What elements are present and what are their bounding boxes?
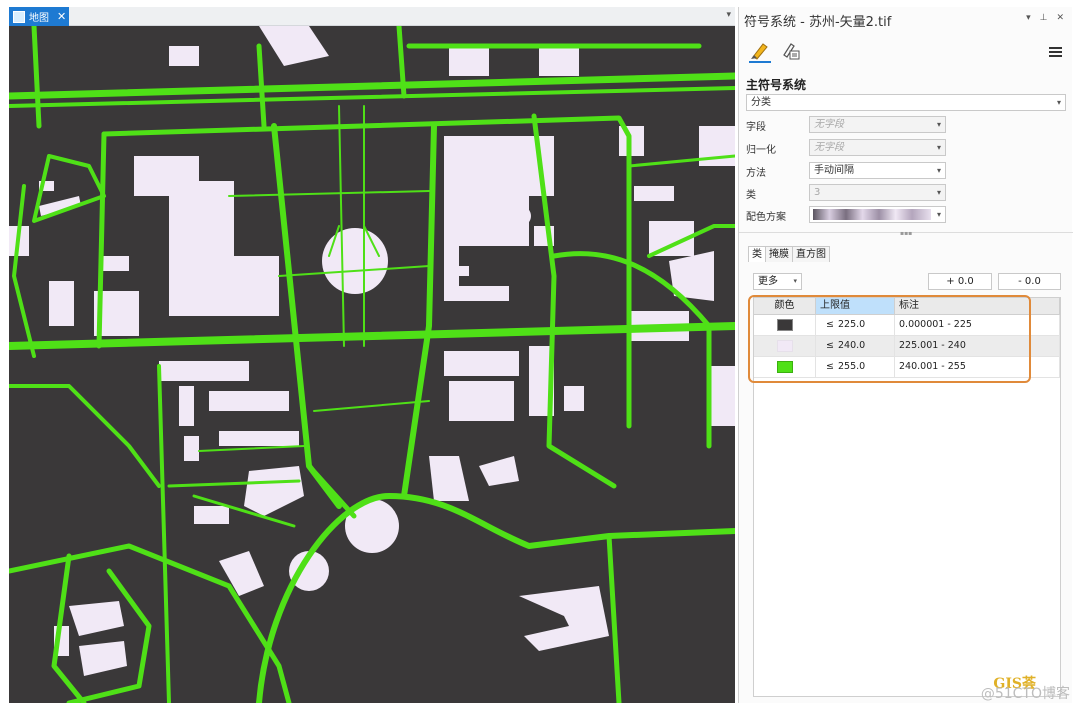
map-tabbar: 地图 ✕ ▾ bbox=[9, 7, 735, 26]
method-label: 方法 bbox=[746, 168, 766, 179]
chevron-down-icon: ▾ bbox=[936, 166, 941, 175]
secondary-symbology-button[interactable] bbox=[779, 41, 801, 63]
color-ramp-preview bbox=[813, 209, 931, 220]
tab-mask[interactable]: 掩膜 bbox=[765, 246, 793, 262]
panel-title: 符号系统 - 苏州-矢量2.tif bbox=[744, 15, 892, 30]
tab-histogram[interactable]: 直方图 bbox=[792, 246, 830, 262]
building bbox=[539, 46, 579, 76]
color-scheme-select[interactable]: ▾ bbox=[809, 206, 946, 223]
building bbox=[634, 186, 674, 201]
chevron-down-icon: ▾ bbox=[936, 188, 941, 197]
method-select[interactable]: 手动间隔 ▾ bbox=[809, 162, 946, 179]
highlight-annotation bbox=[748, 295, 1031, 383]
more-label: 更多 bbox=[758, 276, 778, 287]
chevron-down-icon: ▾ bbox=[936, 210, 941, 219]
hamburger-menu-icon[interactable] bbox=[1049, 47, 1062, 57]
building bbox=[444, 266, 469, 276]
building bbox=[449, 46, 489, 76]
grip-icon: ▪▪▪ bbox=[900, 230, 913, 237]
field-select[interactable]: 无字段 ▾ bbox=[809, 116, 946, 133]
tab-classes[interactable]: 类 bbox=[748, 246, 766, 262]
secondary-symbology-icon bbox=[783, 43, 800, 60]
pin-icon[interactable]: ⊥ bbox=[1040, 13, 1048, 23]
classes-tabs: 类 掩膜 直方图 bbox=[748, 246, 830, 262]
classes-label: 类 bbox=[746, 190, 756, 201]
renderer-select[interactable]: 分类 ▾ bbox=[746, 94, 1066, 111]
site-watermark: @51CTO博客 bbox=[980, 686, 1070, 702]
building bbox=[179, 386, 194, 426]
building bbox=[209, 391, 289, 411]
building bbox=[511, 206, 531, 226]
chevron-down-icon: ▾ bbox=[936, 143, 941, 152]
building bbox=[322, 228, 388, 294]
building bbox=[709, 366, 735, 426]
map-tab-label: 地图 bbox=[29, 13, 49, 24]
method-value: 手动间隔 bbox=[814, 165, 854, 176]
building bbox=[49, 281, 74, 326]
symbology-tool-row bbox=[749, 41, 801, 63]
close-icon[interactable]: ✕ bbox=[1056, 13, 1064, 23]
classes-value: 3 bbox=[814, 187, 821, 198]
chevron-down-icon: ▾ bbox=[936, 120, 941, 129]
close-icon[interactable]: ✕ bbox=[57, 10, 66, 23]
normalize-value: 无字段 bbox=[814, 142, 844, 153]
normalize-select[interactable]: 无字段 ▾ bbox=[809, 139, 946, 156]
map-view: 地图 ✕ ▾ bbox=[9, 7, 735, 703]
more-button[interactable]: 更多 ▾ bbox=[753, 273, 802, 290]
map-tab[interactable]: 地图 ✕ bbox=[9, 7, 69, 26]
subtract-value-button[interactable]: - 0.0 bbox=[998, 273, 1061, 290]
field-value: 无字段 bbox=[814, 119, 844, 130]
raster-map bbox=[9, 26, 735, 703]
normalize-label: 归一化 bbox=[746, 145, 776, 156]
building bbox=[169, 46, 199, 66]
building bbox=[184, 436, 199, 461]
chevron-down-icon: ▾ bbox=[1056, 98, 1061, 107]
color-scheme-label: 配色方案 bbox=[746, 212, 786, 223]
panel-splitter[interactable]: ▪▪▪ bbox=[739, 230, 1073, 237]
building bbox=[159, 361, 249, 381]
primary-symbology-icon bbox=[751, 43, 768, 60]
field-label: 字段 bbox=[746, 122, 766, 133]
building bbox=[219, 431, 299, 446]
classes-select[interactable]: 3 ▾ bbox=[809, 184, 946, 201]
chevron-down-icon: ▾ bbox=[793, 277, 797, 285]
map-canvas[interactable] bbox=[9, 26, 735, 703]
add-value-button[interactable]: + 0.0 bbox=[928, 273, 992, 290]
primary-symbology-button[interactable] bbox=[749, 41, 771, 63]
building bbox=[564, 386, 584, 411]
primary-symbology-heading: 主符号系统 bbox=[746, 78, 807, 92]
map-icon bbox=[13, 10, 25, 23]
building bbox=[194, 506, 229, 524]
building bbox=[449, 381, 514, 421]
building bbox=[444, 351, 519, 376]
panel-controls: ▾ ⊥ ✕ bbox=[1026, 13, 1064, 23]
chevron-down-icon[interactable]: ▾ bbox=[726, 10, 731, 20]
panel-menu-icon[interactable]: ▾ bbox=[1026, 13, 1031, 23]
renderer-value: 分类 bbox=[751, 97, 771, 108]
